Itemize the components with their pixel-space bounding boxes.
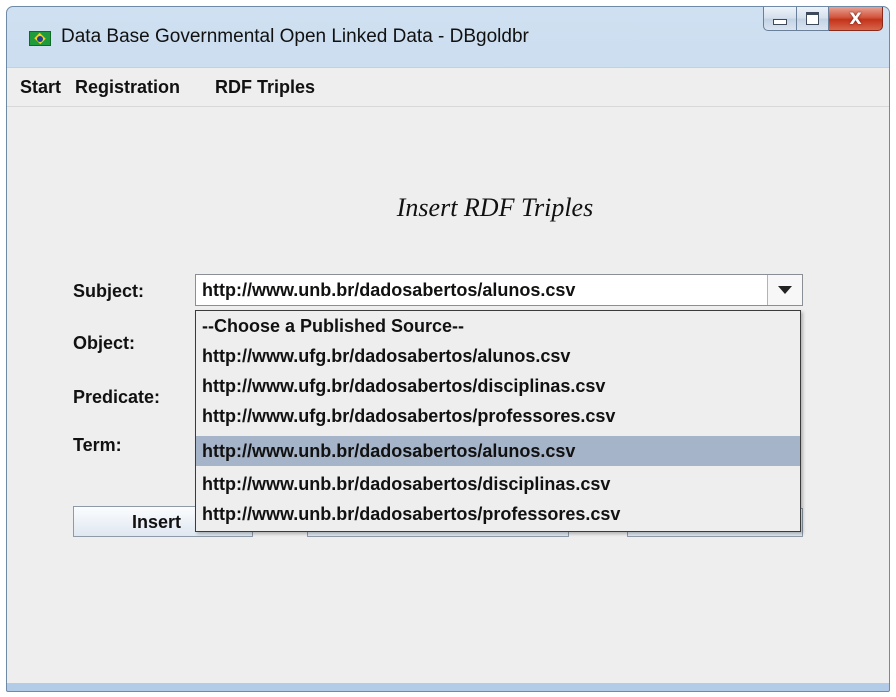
- title-bar[interactable]: Data Base Governmental Open Linked Data …: [7, 7, 889, 67]
- subject-combobox[interactable]: http://www.unb.br/dadosabertos/alunos.cs…: [195, 274, 803, 306]
- subject-dropdown-list: --Choose a Published Source-- http://www…: [195, 310, 801, 532]
- menu-bar: Start Registration RDF Triples: [7, 67, 889, 107]
- menu-registration[interactable]: Registration: [75, 77, 180, 98]
- term-label: Term:: [73, 435, 122, 455]
- minimize-button[interactable]: [763, 7, 797, 31]
- subject-selected-value: http://www.unb.br/dadosabertos/alunos.cs…: [202, 280, 576, 300]
- dropdown-option[interactable]: http://www.ufg.br/dadosabertos/professor…: [196, 401, 800, 431]
- menu-start[interactable]: Start: [20, 77, 61, 98]
- menu-rdf-triples[interactable]: RDF Triples: [215, 77, 315, 98]
- minimize-icon: [773, 18, 787, 25]
- main-panel: Insert RDF Triples Subject: Object: Pred…: [7, 107, 889, 683]
- dropdown-option-selected[interactable]: http://www.unb.br/dadosabertos/alunos.cs…: [196, 436, 800, 466]
- subject-label: Subject:: [73, 281, 145, 301]
- dropdown-option[interactable]: http://www.ufg.br/dadosabertos/disciplin…: [196, 371, 800, 401]
- brazil-flag-icon: [29, 31, 51, 46]
- dropdown-option[interactable]: http://www.unb.br/dadosabertos/disciplin…: [196, 469, 800, 499]
- app-window: Data Base Governmental Open Linked Data …: [6, 6, 890, 692]
- page-title: Insert RDF Triples: [396, 193, 594, 222]
- object-label: Object:: [73, 333, 136, 353]
- dropdown-option[interactable]: --Choose a Published Source--: [196, 311, 800, 341]
- maximize-button[interactable]: [797, 7, 829, 31]
- chevron-down-icon: [778, 286, 792, 294]
- insert-button-label: Insert: [132, 512, 182, 532]
- combobox-arrow-button[interactable]: [767, 275, 802, 305]
- maximize-icon: [806, 12, 819, 25]
- dropdown-option[interactable]: http://www.unb.br/dadosabertos/professor…: [196, 499, 800, 529]
- close-icon: X: [849, 9, 862, 28]
- window-title: Data Base Governmental Open Linked Data …: [61, 26, 529, 47]
- predicate-label: Predicate:: [73, 387, 161, 407]
- close-button[interactable]: X: [829, 7, 883, 31]
- dropdown-option[interactable]: http://www.ufg.br/dadosabertos/alunos.cs…: [196, 341, 800, 371]
